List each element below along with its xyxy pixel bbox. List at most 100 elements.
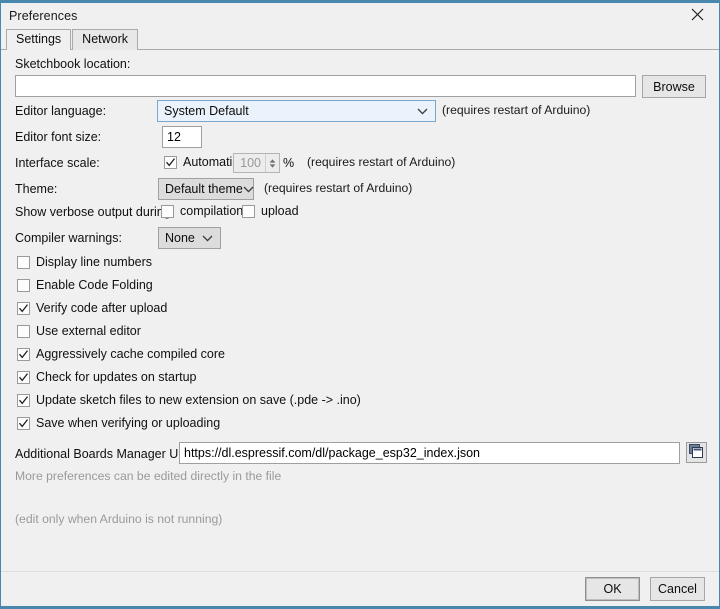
preferences-dialog: Preferences Settings Network Sketchbook … (0, 0, 720, 609)
close-icon (691, 8, 704, 21)
checkbox-update-sketch-files-extension[interactable]: Update sketch files to new extension on … (17, 393, 361, 407)
interface-scale-automatic-checkbox[interactable]: Automatic (164, 155, 239, 169)
verbose-upload-label: upload (261, 204, 299, 218)
tab-strip: Settings Network (1, 28, 719, 51)
sketchbook-location-input[interactable] (15, 75, 636, 97)
interface-scale-value: 100 (240, 156, 261, 170)
check-mark-icon (19, 349, 28, 358)
interface-scale-label-row: Interface scale: (15, 155, 100, 171)
checkbox-check-for-updates-on-startup[interactable]: Check for updates on startup (17, 370, 197, 384)
check-mark-icon (166, 157, 175, 166)
theme-label-row: Theme: (15, 181, 57, 197)
settings-panel: Sketchbook location: Browse Editor langu… (1, 50, 719, 571)
verbose-upload-checkbox[interactable]: upload (242, 204, 299, 218)
checkbox-verify-code-after-upload[interactable]: Verify code after upload (17, 301, 167, 315)
tab-settings[interactable]: Settings (6, 29, 72, 51)
cancel-button-label: Cancel (658, 582, 697, 596)
edit-only-note-row: (edit only when Arduino is not running) (15, 512, 222, 526)
editor-font-size-label: Editor font size: (15, 130, 102, 144)
compiler-warnings-select[interactable]: None (158, 227, 221, 249)
chevron-down-icon (417, 108, 428, 115)
interface-scale-percent-row: % (283, 155, 294, 171)
checkbox-box (17, 416, 30, 430)
verbose-compilation-checkbox[interactable]: compilation (161, 204, 243, 218)
compiler-warnings-label: Compiler warnings: (15, 231, 122, 245)
editor-font-size-input[interactable]: 12 (162, 126, 202, 148)
interface-scale-label: Interface scale: (15, 156, 100, 170)
theme-note: (requires restart of Arduino) (264, 181, 413, 195)
tab-network-label: Network (82, 32, 129, 46)
checkbox-label: Enable Code Folding (36, 278, 153, 292)
compiler-warnings-label-row: Compiler warnings: (15, 230, 122, 246)
verbose-output-label: Show verbose output during: (15, 205, 175, 219)
interface-scale-stepper[interactable]: 100 (233, 153, 280, 173)
window-title: Preferences (9, 8, 78, 23)
check-mark-icon (19, 395, 28, 404)
close-button[interactable] (675, 1, 719, 28)
checkbox-box (17, 278, 30, 292)
boards-manager-urls-label: Additional Boards Manager URLs: (15, 447, 204, 461)
editor-language-value: System Default (164, 104, 249, 118)
more-preferences-note: More preferences can be edited directly … (15, 469, 282, 483)
checkbox-box (17, 301, 30, 315)
boards-manager-label-row: Additional Boards Manager URLs: (15, 446, 204, 462)
compiler-warnings-value: None (165, 231, 195, 245)
edit-only-note: (edit only when Arduino is not running) (15, 512, 223, 526)
checkbox-box (17, 347, 30, 361)
more-preferences-note-row: More preferences can be edited directly … (15, 469, 281, 483)
ok-button[interactable]: OK (585, 577, 640, 601)
dialog-footer: OK Cancel (1, 571, 719, 606)
theme-select[interactable]: Default theme (158, 178, 254, 200)
editor-language-label-row: Editor language: (15, 103, 106, 119)
theme-label: Theme: (15, 182, 58, 196)
title-bar: Preferences (1, 3, 719, 28)
checkbox-box (17, 255, 30, 269)
checkbox-aggressively-cache-compiled-core[interactable]: Aggressively cache compiled core (17, 347, 225, 361)
checkbox-label: Check for updates on startup (36, 370, 197, 384)
boards-manager-expand-button[interactable] (686, 442, 707, 463)
boards-manager-urls-value: https://dl.espressif.com/dl/package_esp3… (184, 446, 481, 460)
check-mark-icon (19, 418, 28, 427)
interface-scale-note-row: (requires restart of Arduino) (307, 155, 455, 169)
editor-language-label: Editor language: (15, 104, 107, 118)
tab-network[interactable]: Network (72, 29, 139, 50)
checkbox-box (17, 324, 30, 338)
checkbox-box (242, 204, 255, 218)
interface-scale-automatic-label: Automatic (183, 155, 239, 169)
checkbox-enable-code-folding[interactable]: Enable Code Folding (17, 278, 153, 292)
checkbox-box (17, 393, 30, 407)
sketchbook-location-label-row: Sketchbook location: (15, 56, 130, 72)
tab-settings-label: Settings (16, 32, 62, 46)
boards-manager-urls-input[interactable]: https://dl.espressif.com/dl/package_esp3… (179, 442, 680, 464)
verbose-output-label-row: Show verbose output during: (15, 204, 174, 220)
checkbox-save-when-verifying-or-uploading[interactable]: Save when verifying or uploading (17, 416, 220, 430)
checkbox-box (161, 204, 174, 218)
checkbox-display-line-numbers[interactable]: Display line numbers (17, 255, 152, 269)
checkbox-label: Use external editor (36, 324, 141, 338)
editor-font-size-value: 12 (167, 130, 181, 144)
check-mark-icon (19, 303, 28, 312)
checkbox-box (17, 370, 30, 384)
editor-language-select[interactable]: System Default (157, 100, 436, 122)
checkbox-label: Verify code after upload (36, 301, 168, 315)
browse-button[interactable]: Browse (642, 75, 706, 98)
editor-language-note: (requires restart of Arduino) (442, 103, 591, 117)
spinner-arrows-icon[interactable] (265, 154, 279, 172)
checkbox-label: Save when verifying or uploading (36, 416, 221, 430)
theme-note-row: (requires restart of Arduino) (264, 181, 412, 195)
editor-language-note-row: (requires restart of Arduino) (442, 103, 590, 117)
checkbox-label: Update sketch files to new extension on … (36, 393, 361, 407)
theme-value: Default theme (165, 182, 243, 196)
checkbox-use-external-editor[interactable]: Use external editor (17, 324, 141, 338)
interface-scale-note: (requires restart of Arduino) (307, 155, 456, 169)
sketchbook-location-label: Sketchbook location: (15, 57, 131, 71)
chevron-down-icon (202, 235, 213, 242)
cancel-button[interactable]: Cancel (650, 577, 705, 601)
checkbox-label: Display line numbers (36, 255, 153, 269)
check-mark-icon (19, 372, 28, 381)
browse-button-label: Browse (653, 79, 695, 94)
chevron-down-icon (243, 186, 254, 193)
editor-font-size-label-row: Editor font size: (15, 129, 101, 145)
ok-button-label: OK (603, 582, 622, 596)
window-copy-icon (689, 443, 704, 462)
